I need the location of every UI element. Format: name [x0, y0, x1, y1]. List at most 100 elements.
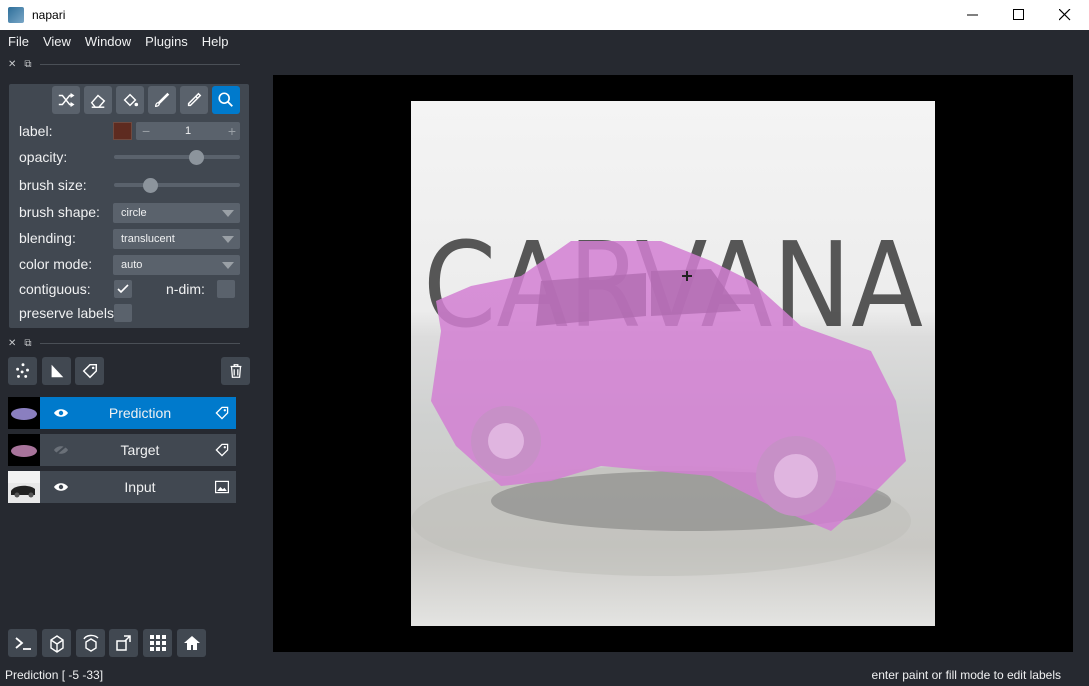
brush-size-label: brush size:	[19, 177, 87, 193]
labels-layer-icon	[215, 443, 229, 457]
dock-close-icon[interactable]: ✕	[8, 59, 16, 70]
labels-layer-icon	[215, 406, 229, 420]
new-labels-layer-button[interactable]	[75, 357, 104, 385]
eyedropper-icon	[187, 92, 202, 107]
ndisplay-button[interactable]	[42, 629, 71, 657]
layer-name[interactable]: Input	[80, 471, 200, 503]
brush-size-slider[interactable]	[114, 183, 240, 187]
cube-2d3d-icon	[49, 635, 64, 653]
car-image-with-mask: CARVANA	[411, 216, 923, 576]
console-button[interactable]	[8, 629, 37, 657]
layer-name[interactable]: Target	[80, 434, 200, 466]
menu-window[interactable]: Window	[78, 30, 138, 54]
target-thumbnail-image	[11, 445, 37, 457]
layer-thumbnail	[8, 434, 40, 466]
eye-hidden-icon[interactable]	[52, 442, 70, 458]
preserve-labels-label: preserve labels	[19, 305, 114, 321]
minimize-button[interactable]	[950, 0, 996, 30]
new-points-layer-button[interactable]	[8, 357, 37, 385]
layer-name[interactable]: Prediction	[80, 397, 200, 429]
eye-icon[interactable]	[52, 405, 70, 421]
menu-bar: File View Window Plugins Help	[0, 30, 1089, 54]
erase-button[interactable]	[84, 86, 112, 114]
label-spinbox[interactable]: − 1 +	[136, 122, 240, 140]
label-color-swatch[interactable]	[113, 122, 132, 140]
dock-float-icon[interactable]: ⧉	[24, 338, 31, 349]
increment-icon[interactable]: +	[228, 122, 236, 140]
new-shapes-layer-button[interactable]	[42, 357, 71, 385]
layer-row-input[interactable]: Input	[8, 471, 236, 503]
brush-shape-label: brush shape:	[19, 204, 100, 220]
status-layer-coordinates: Prediction [ -5 -33]	[5, 668, 104, 682]
label-label: label:	[19, 123, 53, 139]
chevron-down-icon	[222, 262, 234, 269]
eraser-icon	[90, 94, 106, 108]
menu-view[interactable]: View	[36, 30, 78, 54]
paint-button[interactable]	[148, 86, 176, 114]
blending-dropdown[interactable]: translucent	[113, 229, 240, 249]
transpose-button[interactable]	[109, 629, 138, 657]
input-thumbnail-image	[8, 471, 40, 498]
right-edge-strip	[1083, 54, 1089, 664]
delete-layer-button[interactable]	[221, 357, 250, 385]
tag-icon	[82, 363, 97, 379]
roll-dimensions-button[interactable]	[76, 629, 105, 657]
brush-size-slider-handle[interactable]	[142, 178, 158, 193]
title-bar: napari	[0, 0, 1089, 30]
shuffle-colors-button[interactable]	[52, 86, 80, 114]
blending-value: translucent	[121, 233, 175, 245]
magnifier-icon	[218, 92, 233, 107]
maximize-button[interactable]	[996, 0, 1042, 30]
contiguous-label: contiguous:	[19, 281, 91, 297]
brush-shape-dropdown[interactable]: circle	[113, 203, 240, 223]
chevron-down-icon	[222, 210, 234, 217]
napari-logo-icon	[8, 7, 24, 23]
opacity-label: opacity:	[19, 149, 68, 165]
status-bar: Prediction [ -5 -33] enter paint or fill…	[0, 664, 1089, 686]
menu-plugins[interactable]: Plugins	[138, 30, 195, 54]
pan-zoom-button[interactable]	[212, 86, 240, 114]
shuffle-icon	[58, 93, 75, 107]
eye-icon[interactable]	[52, 479, 70, 495]
close-icon	[1059, 9, 1071, 21]
checkmark-icon	[117, 284, 129, 294]
menu-help[interactable]: Help	[195, 30, 236, 54]
paint-bucket-icon	[123, 93, 139, 107]
label-value[interactable]: 1	[136, 122, 240, 140]
prediction-thumbnail-image	[11, 408, 37, 420]
layer-body[interactable]: Target	[40, 434, 236, 466]
fill-button[interactable]	[116, 86, 144, 114]
menu-file[interactable]: File	[1, 30, 36, 54]
terminal-icon	[14, 637, 31, 650]
paintbrush-icon	[155, 92, 170, 107]
layer-row-target[interactable]: Target	[8, 434, 236, 466]
color-mode-value: auto	[121, 259, 143, 271]
status-help-text: enter paint or fill mode to edit labels	[871, 668, 1061, 682]
dock-close-icon[interactable]: ✕	[8, 338, 16, 349]
dock-float-icon[interactable]: ⧉	[24, 59, 31, 70]
image-layer-icon	[215, 480, 229, 494]
points-icon	[15, 363, 29, 378]
image-layer-render[interactable]: CARVANA	[411, 101, 935, 626]
transpose-icon	[115, 635, 131, 651]
grid-view-button[interactable]	[143, 629, 172, 657]
home-button[interactable]	[177, 629, 206, 657]
color-mode-label: color mode:	[19, 256, 93, 272]
layer-controls-dock-header: ✕ ⧉	[8, 57, 248, 71]
opacity-slider[interactable]	[114, 155, 240, 159]
layer-thumbnail	[8, 397, 40, 429]
blending-label: blending:	[19, 230, 76, 246]
trash-icon	[230, 364, 241, 378]
preserve-labels-checkbox[interactable]	[114, 304, 132, 322]
brush-shape-value: circle	[121, 207, 147, 219]
layer-body[interactable]: Input	[40, 471, 236, 503]
ndim-checkbox[interactable]	[217, 280, 235, 298]
layer-row-prediction[interactable]: Prediction	[8, 397, 236, 429]
color-mode-dropdown[interactable]: auto	[113, 255, 240, 275]
minimize-icon	[967, 14, 978, 16]
close-button[interactable]	[1042, 0, 1088, 30]
chevron-down-icon	[222, 236, 234, 243]
layer-body[interactable]: Prediction	[40, 397, 236, 429]
pick-label-button[interactable]	[180, 86, 208, 114]
contiguous-checkbox[interactable]	[114, 280, 132, 298]
